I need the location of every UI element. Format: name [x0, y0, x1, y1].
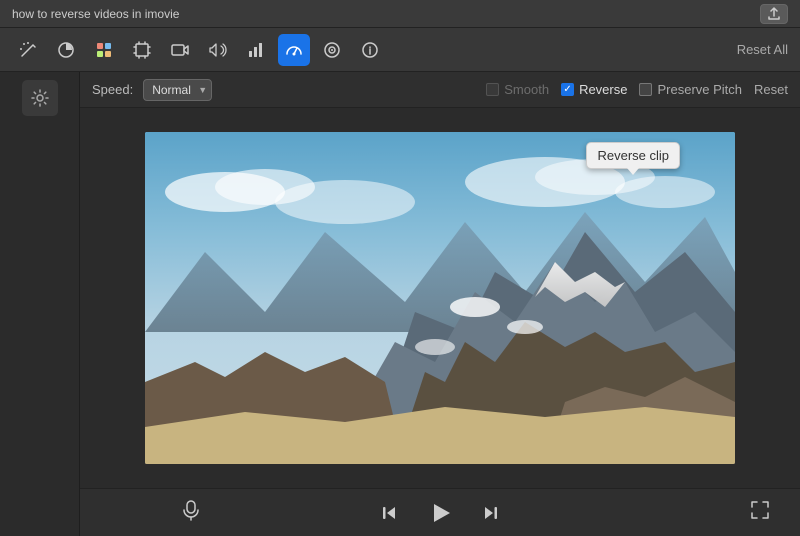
video-content-svg [145, 132, 735, 464]
reverse-option[interactable]: ✓ Reverse [561, 82, 627, 97]
gear-button[interactable] [22, 80, 58, 116]
magic-wand-icon[interactable] [12, 34, 44, 66]
speed-controls-row: Speed: Slow Normal Fast Freeze Smooth ✓ [80, 72, 800, 108]
video-container: Reverse clip [80, 108, 800, 488]
smooth-label: Smooth [504, 82, 549, 97]
reverse-label: Reverse [579, 82, 627, 97]
speed-label: Speed: [92, 82, 133, 97]
crop-icon[interactable] [126, 34, 158, 66]
next-frame-button[interactable] [481, 503, 501, 523]
info-icon[interactable] [354, 34, 386, 66]
filter-icon[interactable] [316, 34, 348, 66]
playback-bar [80, 488, 800, 536]
main-area: Speed: Slow Normal Fast Freeze Smooth ✓ [0, 72, 800, 536]
sidebar [0, 72, 80, 536]
color-board-icon[interactable] [88, 34, 120, 66]
preserve-pitch-checkbox[interactable] [639, 83, 652, 96]
fullscreen-button[interactable] [750, 500, 770, 525]
share-button[interactable] [760, 4, 788, 24]
reverse-clip-tooltip: Reverse clip [586, 142, 680, 169]
preserve-pitch-label: Preserve Pitch [657, 82, 742, 97]
share-icon [767, 7, 781, 21]
tooltip-text: Reverse clip [597, 148, 669, 163]
content-area: Speed: Slow Normal Fast Freeze Smooth ✓ [80, 72, 800, 536]
volume-icon[interactable] [202, 34, 234, 66]
preserve-pitch-option[interactable]: Preserve Pitch [639, 82, 742, 97]
title-bar: how to reverse videos in imovie [0, 0, 800, 28]
video-wrapper: Reverse clip [145, 132, 735, 464]
video-frame [145, 132, 735, 464]
microphone-button[interactable] [180, 499, 202, 526]
reset-all-button[interactable]: Reset All [737, 42, 788, 57]
speed-select[interactable]: Slow Normal Fast Freeze [143, 79, 212, 101]
smooth-option[interactable]: Smooth [486, 82, 549, 97]
reverse-checkbox[interactable]: ✓ [561, 83, 574, 96]
speed-icon[interactable] [278, 34, 310, 66]
speed-reset-button[interactable]: Reset [754, 82, 788, 97]
video-overlay-icon[interactable] [164, 34, 196, 66]
toolbar: Reset All [0, 28, 800, 72]
color-wheel-icon[interactable] [50, 34, 82, 66]
equalizer-icon[interactable] [240, 34, 272, 66]
speed-select-wrapper: Slow Normal Fast Freeze [143, 79, 212, 101]
window-title: how to reverse videos in imovie [12, 7, 179, 21]
previous-frame-button[interactable] [379, 503, 399, 523]
speed-options: Smooth ✓ Reverse Preserve Pitch Reset [486, 82, 788, 97]
play-button[interactable] [427, 500, 453, 526]
smooth-checkbox[interactable] [486, 83, 499, 96]
